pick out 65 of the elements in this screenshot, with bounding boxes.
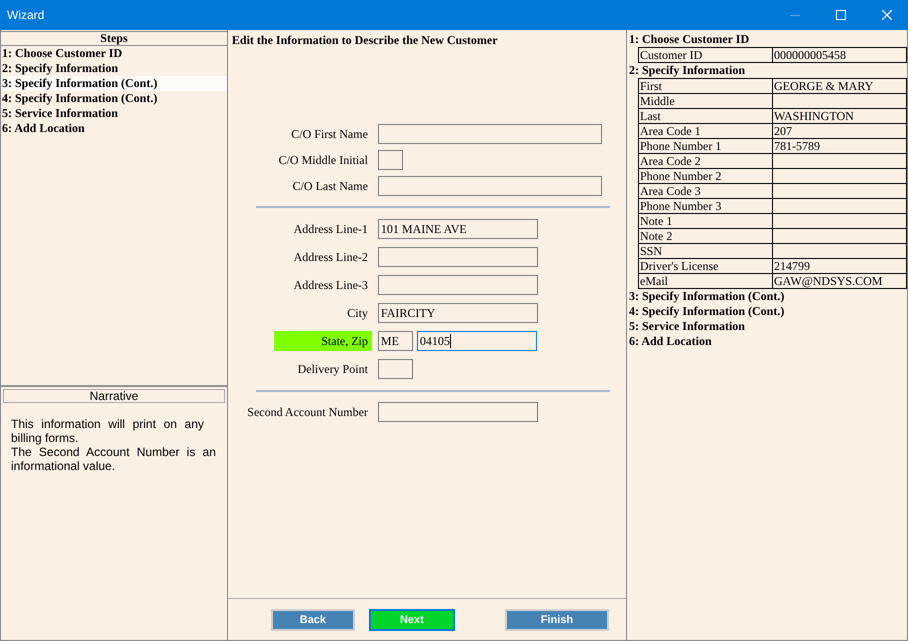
- table-cell: 781-5789: [773, 139, 907, 154]
- input-field[interactable]: 101 MAINE AVE: [378, 219, 538, 239]
- table-cell: Customer ID: [639, 48, 773, 63]
- step-item[interactable]: 6: Add Location: [1, 121, 227, 136]
- section-title: 2: Specify Information: [629, 63, 746, 78]
- field-label: State, Zip: [274, 331, 372, 351]
- window-title: Wizard: [7, 8, 44, 22]
- field-label: Delivery Point: [296, 361, 369, 378]
- table-cell: Driver's License: [639, 259, 773, 274]
- table-cell: Area Code 2: [639, 154, 773, 169]
- table-cell: Area Code 3: [639, 184, 773, 199]
- section-title: 5: Service Information: [629, 319, 746, 334]
- field-label: C/O First Name: [290, 126, 369, 143]
- section-title: 4: Specify Information (Cont.): [629, 304, 786, 319]
- field-label: City: [346, 305, 369, 322]
- table-cell: 000000005458: [773, 48, 907, 63]
- table-cell: Phone Number 1: [639, 139, 773, 154]
- input-field[interactable]: FAIRCITY: [378, 303, 538, 323]
- step-item[interactable]: 2: Specify Information: [1, 61, 227, 76]
- form-title: Edit the Information to Describe the New Customer: [230, 32, 499, 47]
- table-cell: First: [639, 79, 773, 94]
- input-field[interactable]: 04105: [416, 331, 537, 351]
- section-title: 6: Add Location: [629, 334, 713, 349]
- input-field[interactable]: [378, 275, 538, 295]
- section-title: 1: Choose Customer ID: [629, 32, 750, 47]
- steps-header: Steps: [1, 31, 227, 46]
- table-cell: SSN: [639, 244, 773, 259]
- table-cell: eMail: [639, 274, 773, 289]
- field-label: Address Line-3: [292, 277, 369, 294]
- maximize-icon[interactable]: [836, 10, 846, 20]
- table-cell: 207: [773, 124, 907, 139]
- table-cell: GEORGE & MARY: [773, 79, 907, 94]
- narrative-text: This information will print on any billing forms.: [11, 417, 205, 445]
- table-cell: WASHINGTON: [773, 109, 907, 124]
- table-cell: GAW@NDSYS.COM: [773, 274, 907, 289]
- wizard-button[interactable]: Finish: [504, 608, 609, 630]
- table-cell: Phone Number 3: [639, 199, 773, 214]
- input-field[interactable]: [378, 247, 538, 267]
- input-field[interactable]: [378, 176, 602, 196]
- table-cell: Phone Number 2: [639, 169, 773, 184]
- wizard-button[interactable]: Back: [270, 608, 355, 630]
- step-item[interactable]: 1: Choose Customer ID: [1, 46, 227, 61]
- step-item[interactable]: 3: Specify Information (Cont.): [1, 76, 227, 91]
- table-cell: Note 1: [639, 214, 773, 229]
- input-field[interactable]: [378, 402, 538, 422]
- field-label: Address Line-2: [292, 249, 369, 266]
- field-label: C/O Middle Initial: [278, 152, 369, 169]
- step-item[interactable]: 4: Specify Information (Cont.): [1, 91, 227, 106]
- input-field[interactable]: [378, 124, 602, 144]
- input-field[interactable]: ME: [378, 331, 413, 351]
- step-item[interactable]: 5: Service Information: [1, 106, 227, 121]
- section-title: 3: Specify Information (Cont.): [629, 289, 786, 304]
- table-cell: Area Code 1: [639, 124, 773, 139]
- narrative-text: The Second Account Number is an informational value.: [11, 445, 216, 473]
- narrative-header: Narrative: [3, 389, 225, 403]
- table-cell: Note 2: [639, 229, 773, 244]
- input-field[interactable]: [378, 359, 413, 379]
- table-cell: Middle: [639, 94, 773, 109]
- close-icon[interactable]: [882, 10, 892, 20]
- table-cell: Last: [639, 109, 773, 124]
- table-cell: 214799: [773, 259, 907, 274]
- field-label: C/O Last Name: [292, 178, 369, 195]
- field-label: Second Account Number: [247, 404, 369, 421]
- input-field[interactable]: [378, 150, 403, 170]
- field-label: Address Line-1: [292, 221, 369, 238]
